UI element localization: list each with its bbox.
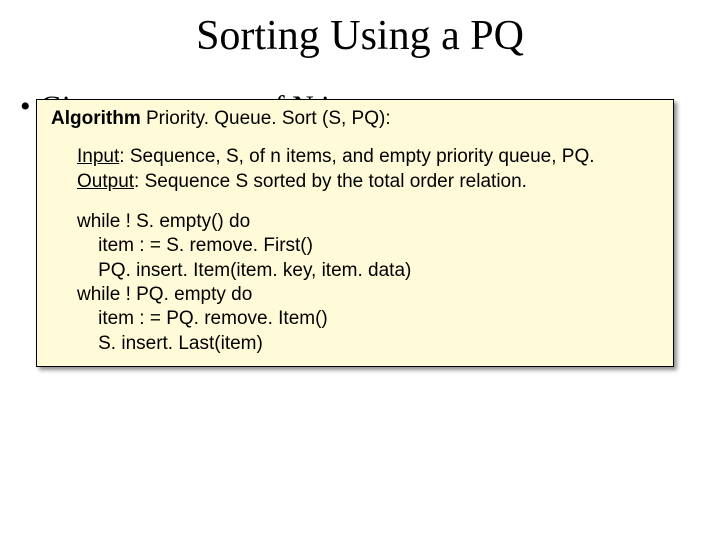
algorithm-keyword: Algorithm [51, 108, 141, 129]
algorithm-header: Algorithm Priority. Queue. Sort (S, PQ): [51, 107, 661, 131]
output-text: : Sequence S sorted by the total order r… [134, 171, 527, 192]
bullet-dot-icon: • [20, 90, 31, 124]
algorithm-box: Algorithm Priority. Queue. Sort (S, PQ):… [36, 99, 674, 367]
output-label: Output [77, 171, 134, 192]
algorithm-io: Input: Sequence, S, of n items, and empt… [51, 145, 661, 194]
input-label: Input [77, 146, 119, 167]
algorithm-input-line: Input: Sequence, S, of n items, and empt… [77, 145, 661, 169]
page-title: Sorting Using a PQ [0, 12, 720, 60]
slide: Sorting Using a PQ •Given a sequence of … [0, 0, 720, 540]
input-text: : Sequence, S, of n items, and empty pri… [119, 146, 594, 167]
algorithm-signature: Priority. Queue. Sort (S, PQ): [141, 108, 391, 129]
algorithm-output-line: Output: Sequence S sorted by the total o… [77, 170, 661, 194]
algorithm-code: while ! S. empty() do item : = S. remove… [51, 210, 661, 356]
